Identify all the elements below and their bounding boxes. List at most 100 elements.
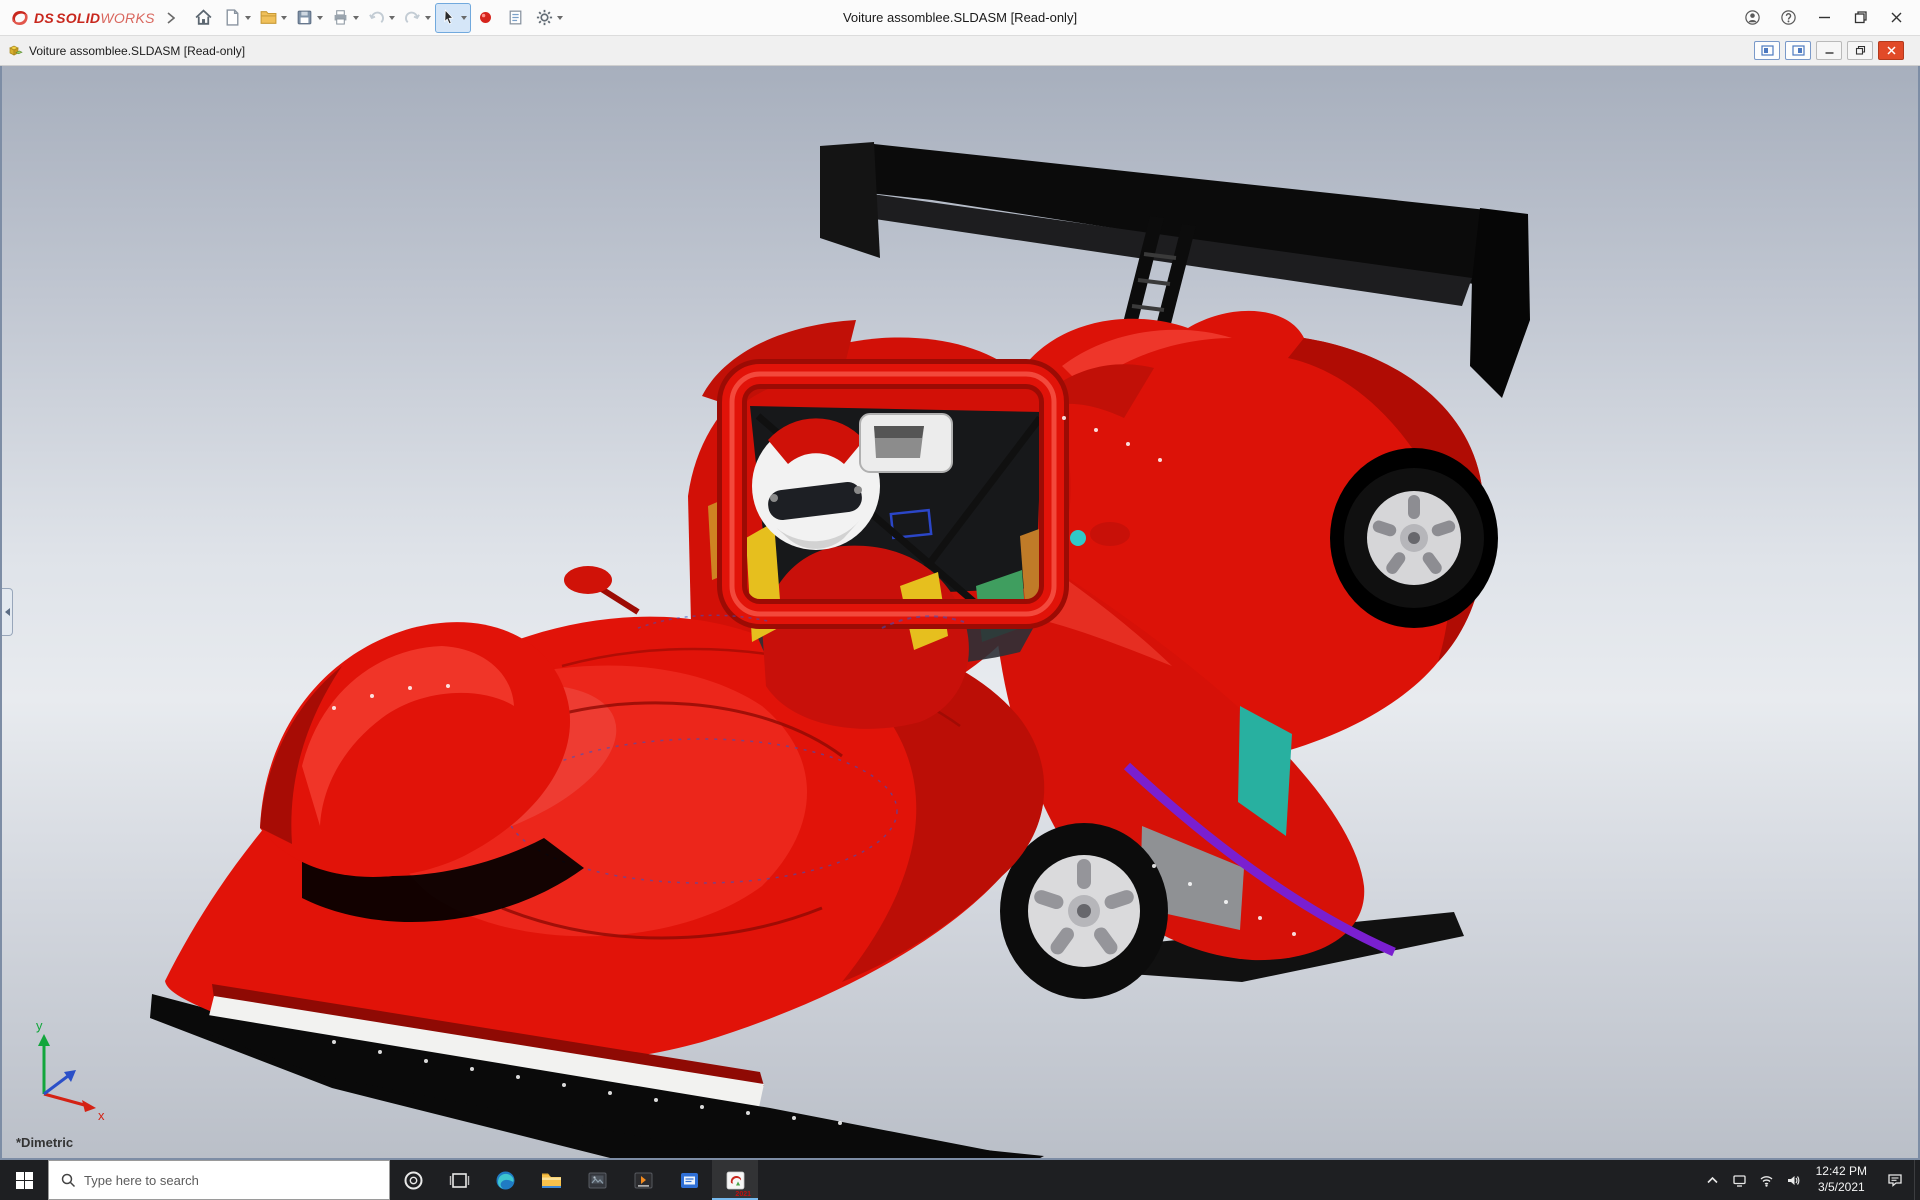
photos-button[interactable]: [574, 1160, 620, 1200]
volume-status[interactable]: [1780, 1160, 1807, 1200]
maximize-button[interactable]: [1842, 0, 1878, 36]
network-status[interactable]: [1726, 1160, 1753, 1200]
redo-button[interactable]: [399, 3, 435, 33]
assembly-document-icon: [6, 42, 23, 59]
left-front-fender[interactable]: [260, 622, 584, 922]
clock-time: 12:42 PM: [1816, 1164, 1867, 1180]
solidworks-logo: DSSOLIDWORKS: [6, 8, 163, 28]
cortana-button[interactable]: [390, 1160, 436, 1200]
select-arrow-icon: [439, 8, 458, 27]
brand-text: DSSOLIDWORKS: [34, 10, 155, 26]
air-intake[interactable]: [860, 414, 952, 472]
3d-scene[interactable]: y x: [2, 66, 1918, 1158]
media-player-icon: [632, 1169, 655, 1192]
triad-y-label: y: [36, 1018, 43, 1033]
app-title: Voiture assomblee.SLDASM [Read-only]: [843, 10, 1077, 25]
brand-solid: SOLID: [56, 10, 100, 26]
featuremanager-collapse-handle[interactable]: [2, 588, 13, 636]
blue-app-button[interactable]: [666, 1160, 712, 1200]
dassault-mark-icon: [10, 8, 30, 28]
doc-window-extra-button-2[interactable]: [1785, 41, 1811, 60]
media-player-button[interactable]: [620, 1160, 666, 1200]
tray-expand-button[interactable]: [1699, 1160, 1726, 1200]
document-title: Voiture assomblee.SLDASM [Read-only]: [29, 44, 245, 58]
doc-restore-button[interactable]: [1847, 41, 1873, 60]
open-button[interactable]: [255, 3, 291, 33]
minimize-icon: [1816, 9, 1833, 26]
clock-date: 3/5/2021: [1816, 1180, 1867, 1196]
minimize-button[interactable]: [1806, 0, 1842, 36]
dropdown-caret-icon[interactable]: [425, 16, 431, 20]
document-properties-button[interactable]: [501, 3, 531, 33]
settings-gear-icon: [535, 8, 554, 27]
home-button[interactable]: [189, 3, 219, 33]
select-tool-button[interactable]: [435, 3, 471, 33]
help-icon: [1780, 9, 1797, 26]
save-button[interactable]: [291, 3, 327, 33]
search-icon: [61, 1173, 76, 1188]
dropdown-caret-icon[interactable]: [461, 16, 467, 20]
rear-right-wheel[interactable]: [1330, 448, 1498, 628]
home-icon: [194, 8, 213, 27]
close-button[interactable]: [1878, 0, 1914, 36]
file-explorer-icon: [540, 1169, 563, 1192]
brand-works: WORKS: [100, 10, 154, 26]
undo-icon: [367, 8, 386, 27]
file-explorer-button[interactable]: [528, 1160, 574, 1200]
brand-prefix: DS: [34, 10, 54, 26]
graphics-viewport[interactable]: y x *Dimetric: [0, 66, 1920, 1160]
redo-icon: [403, 8, 422, 27]
dropdown-caret-icon[interactable]: [281, 16, 287, 20]
titlebar-controls: [1734, 0, 1914, 36]
notifications-icon: [1887, 1172, 1903, 1188]
account-icon: [1744, 9, 1761, 26]
open-folder-icon: [259, 8, 278, 27]
start-button[interactable]: [0, 1160, 48, 1200]
new-document-button[interactable]: [219, 3, 255, 33]
task-view-button[interactable]: [436, 1160, 482, 1200]
solidworks-version-badge: 2021: [735, 1191, 751, 1198]
volume-icon: [1786, 1173, 1801, 1188]
doc-window-extra-button-1[interactable]: [1754, 41, 1780, 60]
menu-flyout-chevron[interactable]: [163, 4, 179, 32]
taskbar-clock[interactable]: 12:42 PM 3/5/2021: [1807, 1164, 1876, 1195]
action-center-button[interactable]: [1876, 1160, 1914, 1200]
dropdown-caret-icon[interactable]: [353, 16, 359, 20]
doc-minimize-button[interactable]: [1816, 41, 1842, 60]
solidworks-app-button[interactable]: 2021: [712, 1160, 758, 1200]
print-button[interactable]: [327, 3, 363, 33]
undo-button[interactable]: [363, 3, 399, 33]
task-view-icon: [448, 1169, 471, 1192]
doc-close-button[interactable]: [1878, 41, 1904, 60]
view-orientation-label: *Dimetric: [16, 1135, 73, 1150]
document-window-titlebar: Voiture assomblee.SLDASM [Read-only]: [0, 36, 1920, 66]
app-titlebar: DSSOLIDWORKS: [0, 0, 1920, 36]
settings-button[interactable]: [531, 3, 567, 33]
search-input[interactable]: [84, 1173, 377, 1188]
dropdown-caret-icon[interactable]: [317, 16, 323, 20]
solidworks-app-icon: [724, 1169, 747, 1192]
save-icon: [295, 8, 314, 27]
blue-app-icon: [678, 1169, 701, 1192]
dropdown-caret-icon[interactable]: [557, 16, 563, 20]
photos-icon: [586, 1169, 609, 1192]
orientation-triad[interactable]: y x: [36, 1018, 105, 1123]
document-window-controls: [1754, 41, 1914, 60]
dropdown-caret-icon[interactable]: [245, 16, 251, 20]
help-button[interactable]: [1770, 0, 1806, 36]
show-desktop-button[interactable]: [1914, 1160, 1920, 1200]
red-dot-button[interactable]: [471, 3, 501, 33]
taskbar-search[interactable]: [48, 1160, 390, 1200]
network-icon: [1732, 1173, 1747, 1188]
edge-button[interactable]: [482, 1160, 528, 1200]
account-button[interactable]: [1734, 0, 1770, 36]
edge-icon: [494, 1169, 517, 1192]
dropdown-caret-icon[interactable]: [389, 16, 395, 20]
red-dot-icon: [476, 8, 495, 27]
close-icon: [1888, 9, 1905, 26]
system-tray: 12:42 PM 3/5/2021: [1699, 1160, 1920, 1200]
wifi-status[interactable]: [1753, 1160, 1780, 1200]
maximize-restore-icon: [1852, 9, 1869, 26]
chevron-right-icon: [167, 12, 175, 24]
document-properties-icon: [506, 8, 525, 27]
